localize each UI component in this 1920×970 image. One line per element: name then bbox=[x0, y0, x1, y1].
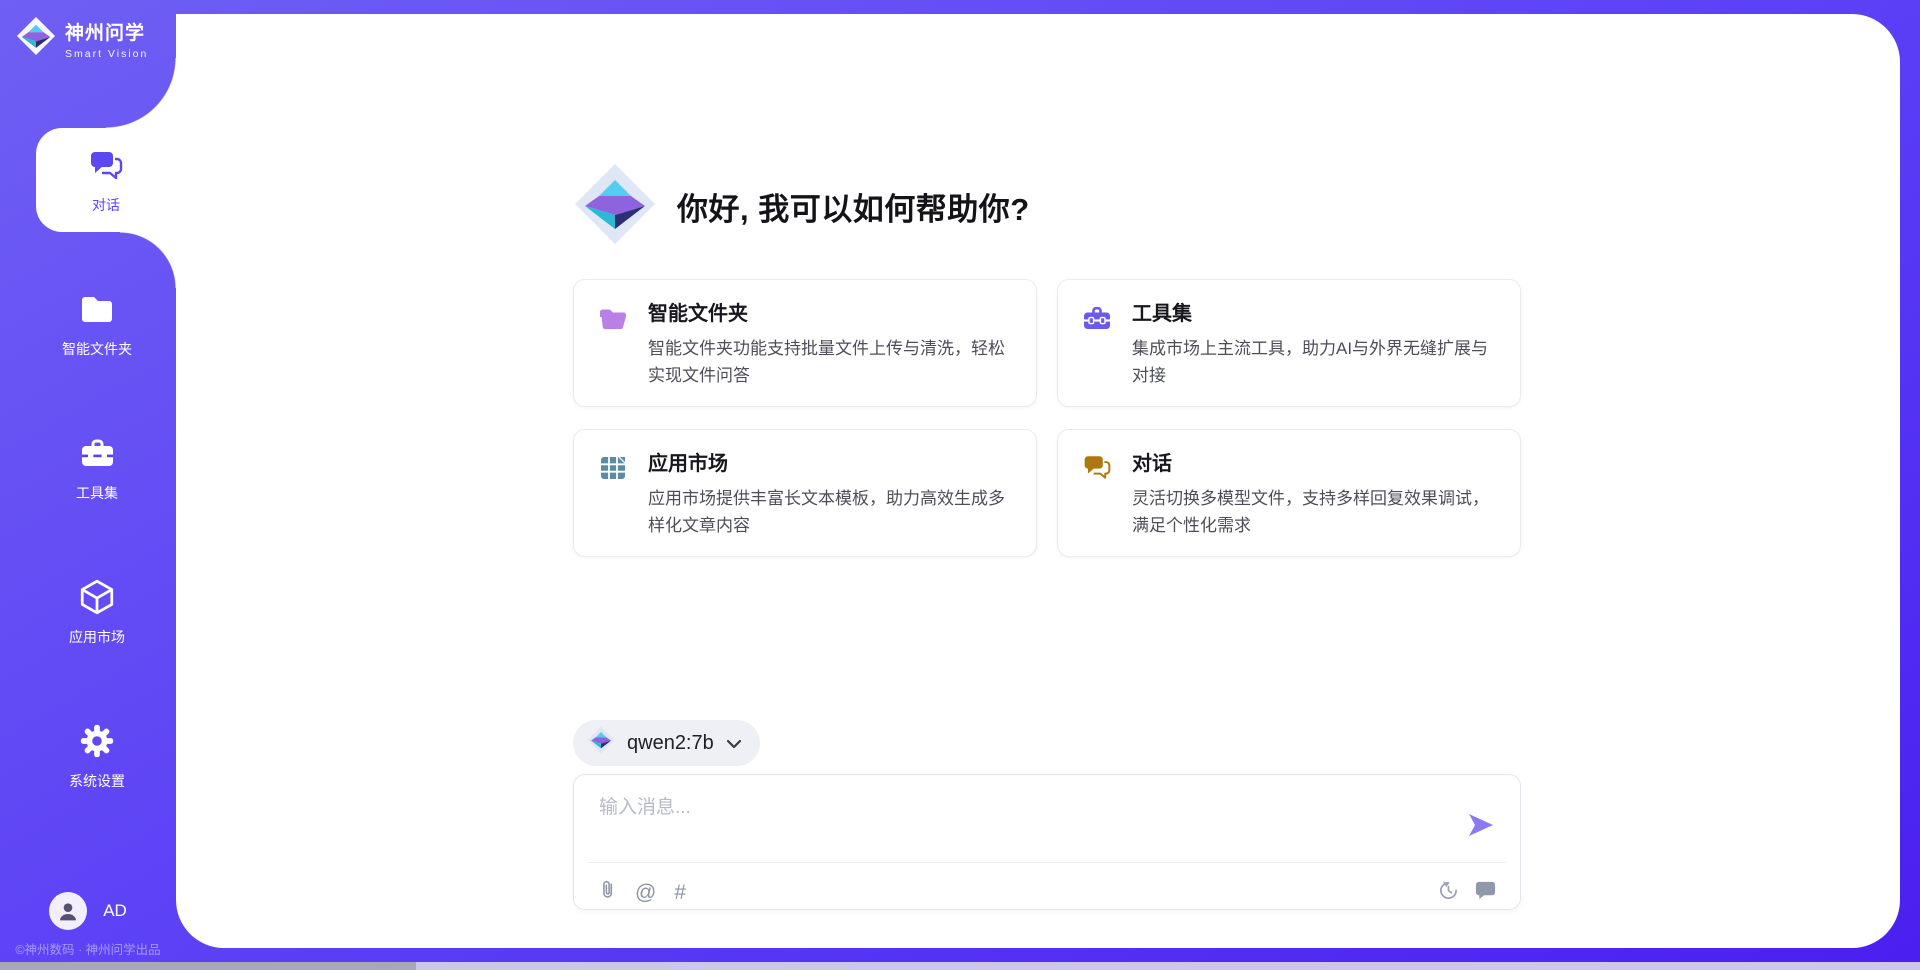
composer-toolbar: @ # bbox=[599, 875, 1496, 911]
sidebar-item-label: 对话 bbox=[92, 195, 120, 215]
history-button[interactable] bbox=[1438, 880, 1459, 907]
card-body: 对话 灵活切换多模型文件，支持多样回复效果调试，满足个性化需求 bbox=[1132, 452, 1496, 534]
card-app-market[interactable]: 应用市场 应用市场提供丰富长文本模板，助力高效生成多样化文章内容 bbox=[573, 429, 1037, 557]
copyright: ©神州数码 · 神州问学出品 bbox=[0, 939, 176, 958]
user-name: AD bbox=[103, 901, 127, 921]
sidebar-nav: 对话 智能文件夹 工具集 bbox=[0, 128, 176, 848]
send-button[interactable] bbox=[1468, 812, 1494, 838]
mention-button[interactable]: @ bbox=[635, 881, 656, 905]
sidebar-item-app-market[interactable]: 应用市场 bbox=[0, 560, 176, 664]
feature-cards: 智能文件夹 智能文件夹功能支持批量文件上传与清洗，轻松实现文件问答 工具集 集成… bbox=[573, 279, 1521, 557]
history-clock-icon bbox=[1438, 880, 1459, 907]
brand-logo-icon bbox=[16, 16, 56, 61]
chat-icon bbox=[87, 146, 125, 184]
card-chat[interactable]: 对话 灵活切换多模型文件，支持多样回复效果调试，满足个性化需求 bbox=[1057, 429, 1521, 557]
assistant-logo-icon bbox=[573, 162, 657, 251]
toolbox-icon bbox=[1082, 303, 1112, 333]
cube-icon bbox=[78, 578, 116, 616]
folder-icon bbox=[78, 290, 116, 328]
sidebar-item-chat[interactable]: 对话 bbox=[36, 128, 176, 232]
greeting: 你好, 我可以如何帮助你? bbox=[573, 162, 1030, 251]
gear-icon bbox=[78, 722, 116, 760]
brand-name: 神州问学 bbox=[65, 18, 148, 45]
card-body: 工具集 集成市场上主流工具，助力AI与外界无缝扩展与对接 bbox=[1132, 302, 1496, 384]
card-description: 集成市场上主流工具，助力AI与外界无缝扩展与对接 bbox=[1132, 335, 1496, 389]
greeting-title: 你好, 我可以如何帮助你? bbox=[677, 184, 1030, 229]
message-input[interactable] bbox=[599, 791, 1459, 825]
sidebar-item-label: 工具集 bbox=[76, 483, 118, 503]
sidebar: 神州问学 Smart Vision 对话 智能文件夹 bbox=[0, 0, 176, 970]
card-body: 应用市场 应用市场提供丰富长文本模板，助力高效生成多样化文章内容 bbox=[648, 452, 1012, 534]
chat-bubble-button[interactable] bbox=[1475, 880, 1496, 906]
composer-toolbar-right bbox=[1438, 880, 1496, 907]
attach-file-button[interactable] bbox=[599, 878, 617, 908]
composer-divider bbox=[588, 862, 1506, 863]
card-smart-folder[interactable]: 智能文件夹 智能文件夹功能支持批量文件上传与清洗，轻松实现文件问答 bbox=[573, 279, 1037, 407]
paperclip-icon bbox=[599, 878, 617, 908]
scrollbar-thumb[interactable] bbox=[0, 962, 416, 970]
folder-open-icon bbox=[598, 303, 628, 333]
chat-bubbles-icon bbox=[1082, 453, 1112, 483]
card-toolset[interactable]: 工具集 集成市场上主流工具，助力AI与外界无缝扩展与对接 bbox=[1057, 279, 1521, 407]
chat-bubble-icon bbox=[1475, 880, 1496, 906]
card-description: 智能文件夹功能支持批量文件上传与清洗，轻松实现文件问答 bbox=[648, 335, 1012, 389]
grid-cube-icon bbox=[598, 453, 628, 483]
main-panel: 你好, 我可以如何帮助你? 智能文件夹 智能文件夹功能支持批量文件上传与清洗，轻… bbox=[176, 14, 1900, 948]
chevron-down-icon bbox=[726, 732, 742, 755]
brand: 神州问学 Smart Vision bbox=[16, 16, 148, 61]
model-logo-icon bbox=[587, 726, 615, 760]
card-body: 智能文件夹 智能文件夹功能支持批量文件上传与清洗，轻松实现文件问答 bbox=[648, 302, 1012, 384]
sidebar-item-settings[interactable]: 系统设置 bbox=[0, 704, 176, 808]
model-name: qwen2:7b bbox=[627, 732, 714, 755]
model-selector[interactable]: qwen2:7b bbox=[573, 720, 760, 766]
card-title: 工具集 bbox=[1132, 302, 1496, 326]
sidebar-item-label: 系统设置 bbox=[69, 771, 125, 791]
sidebar-item-smart-folder[interactable]: 智能文件夹 bbox=[0, 272, 176, 376]
card-title: 智能文件夹 bbox=[648, 302, 1012, 326]
sidebar-item-toolset[interactable]: 工具集 bbox=[0, 416, 176, 520]
user-profile[interactable]: AD bbox=[0, 892, 176, 930]
card-title: 对话 bbox=[1132, 452, 1496, 476]
card-title: 应用市场 bbox=[648, 452, 1012, 476]
toolbox-icon bbox=[78, 434, 116, 472]
card-description: 灵活切换多模型文件，支持多样回复效果调试，满足个性化需求 bbox=[1132, 485, 1496, 539]
horizontal-scrollbar[interactable] bbox=[0, 962, 1920, 970]
hashtag-button[interactable]: # bbox=[674, 881, 686, 905]
card-description: 应用市场提供丰富长文本模板，助力高效生成多样化文章内容 bbox=[648, 485, 1012, 539]
send-icon bbox=[1468, 826, 1494, 841]
sidebar-item-label: 应用市场 bbox=[69, 627, 125, 647]
composer: @ # bbox=[573, 774, 1521, 910]
avatar bbox=[49, 892, 87, 930]
sidebar-item-label: 智能文件夹 bbox=[62, 339, 132, 359]
